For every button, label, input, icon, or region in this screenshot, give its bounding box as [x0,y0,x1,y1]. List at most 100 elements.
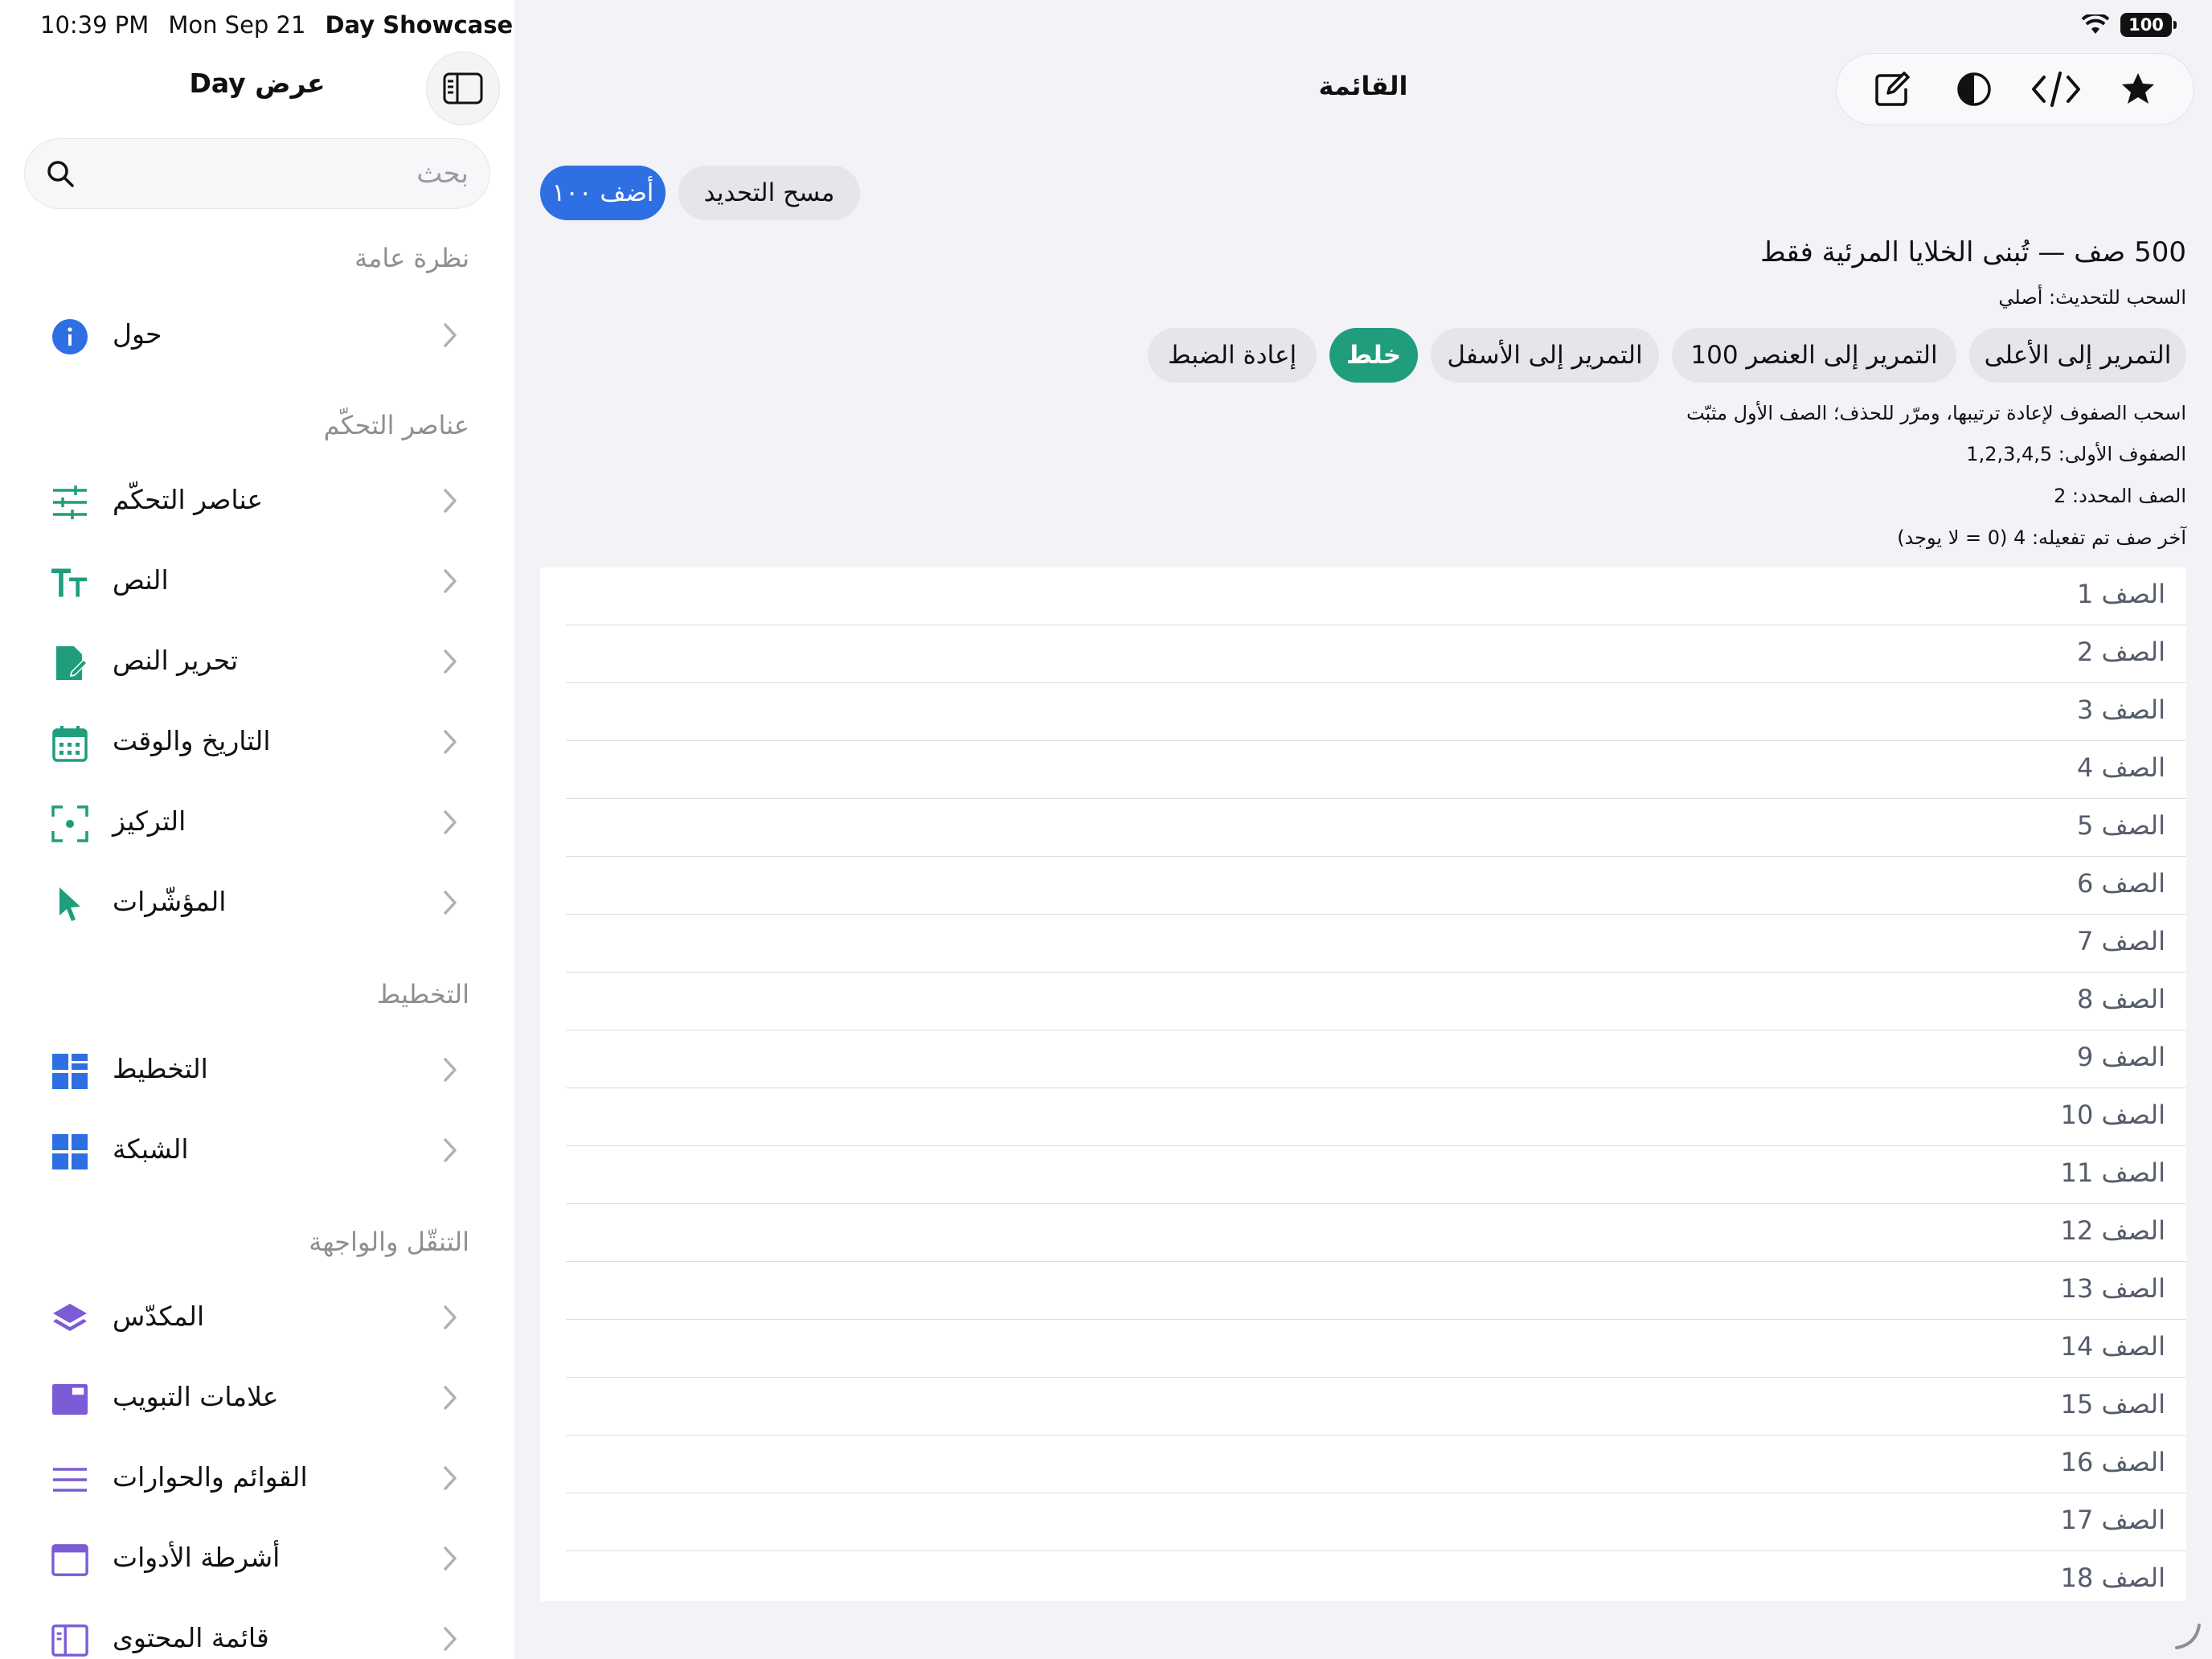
focus-viewfinder-icon [51,805,88,842]
section-title-overview: نظرة عامة [354,243,469,273]
sidebar-toggle-icon [443,72,483,104]
table-row[interactable]: الصف 8 [540,973,2186,1030]
table-row[interactable]: الصف 7 [540,915,2186,973]
sidebar-item-label: الشبكة [113,1133,189,1165]
favorite-button[interactable] [2108,59,2169,120]
table-row[interactable]: الصف 15 [540,1378,2186,1436]
sidebar-item-label: المكدّس [113,1301,205,1332]
sidebar-content-icon [51,1622,88,1659]
search-input[interactable] [89,158,469,190]
table-row[interactable]: الصف 18 [540,1551,2186,1601]
sidebar-toggle-button[interactable] [426,51,500,125]
compose-icon [1875,72,1910,106]
table-row[interactable]: الصف 10 [540,1088,2186,1146]
table-row[interactable]: الصف 11 [540,1146,2186,1204]
first-rows-label: الصفوف الأولى: 1,2,3,4,5 [1966,443,2186,465]
chevron-right-icon [442,809,458,839]
table-row[interactable]: الصف 16 [540,1436,2186,1493]
resize-grabber-icon[interactable] [2172,1619,2204,1651]
row-label: الصف 4 [2076,752,2165,783]
row-label: الصف 16 [2060,1447,2165,1477]
selected-row-label: الصف المحدد: 2 [2054,485,2186,507]
sidebar-item-text-editing[interactable]: تحرير النص [32,627,482,699]
row-label: الصف 15 [2060,1389,2165,1419]
scroll-to-top-button[interactable]: التمرير إلى الأعلى [1969,328,2186,383]
toolbar-window-icon [51,1542,88,1579]
row-list[interactable]: الصف 1 الصف 2 الصف 3 الصف 4 الصف 5 الصف 6 الصف… [540,567,2186,1601]
row-label: الصف 1 [2076,579,2165,609]
code-icon [2032,72,2080,107]
code-button[interactable] [2026,59,2087,120]
main-content: القائمة أضف ١٠٠ مسح التحديد 500 صف — تُب… [514,0,2212,1659]
list-headline: 500 صف — تُبنى الخلايا المرئية فقط [1760,236,2186,268]
reset-button[interactable]: إعادة الضبط [1148,328,1317,383]
sidebar-item-pointers[interactable]: المؤشّرات [32,868,482,940]
section-title-controls: عناصر التحكّم [323,410,469,440]
section-title-layout: التخطيط [376,979,469,1010]
sidebar-item-text[interactable]: النص [32,547,482,619]
tabs-icon [51,1381,88,1418]
calendar-icon [51,725,88,762]
contrast-icon [1957,72,1991,106]
sidebar-item-layout[interactable]: التخطيط [32,1035,482,1108]
chevron-right-icon [442,1545,458,1575]
last-activated-label: آخر صف تم تفعيله: 4 (0 = لا يوجد) [1897,526,2186,549]
sidebar-item-tabs[interactable]: علامات التبويب [32,1363,482,1436]
menu-lines-icon [51,1461,88,1498]
sidebar-item-grid[interactable]: الشبكة [32,1116,482,1188]
sidebar-item-focus[interactable]: التركيز [32,788,482,860]
clear-selection-button[interactable]: مسح التحديد [678,166,860,220]
status-time: 10:39 PM [40,11,150,39]
sidebar-item-controls[interactable]: عناصر التحكّم [32,466,482,539]
row-label: الصف 18 [2060,1563,2165,1593]
chevron-right-icon [442,1304,458,1334]
row-label: الصف 5 [2076,810,2165,841]
sidebar-item-content-list[interactable]: قائمة المحتوى [32,1604,482,1659]
compose-button[interactable] [1862,59,1923,120]
table-row[interactable]: الصف 3 [540,683,2186,741]
table-row[interactable]: الصف 14 [540,1320,2186,1378]
text-size-icon [51,564,88,601]
status-app-name: Day Showcase [325,11,514,39]
chevron-right-icon [442,648,458,678]
sidebar-item-label: التاريخ والوقت [113,725,271,756]
row-label: الصف 9 [2076,1042,2165,1072]
sidebar-item-about[interactable]: حول [32,301,482,373]
table-row[interactable]: الصف 6 [540,857,2186,915]
add-100-button[interactable]: أضف ١٠٠ [540,166,666,220]
table-row[interactable]: الصف 17 [540,1493,2186,1551]
table-row[interactable]: الصف 13 [540,1262,2186,1320]
scroll-to-item-100-button[interactable]: التمرير إلى العنصر 100 [1672,328,1956,383]
table-row[interactable]: الصف 4 [540,741,2186,799]
table-row[interactable]: الصف 5 [540,799,2186,857]
appearance-toggle-button[interactable] [1944,59,2005,120]
table-row[interactable]: الصف 9 [540,1030,2186,1088]
table-row[interactable]: الصف 2 [540,625,2186,683]
search-field[interactable] [24,138,490,209]
sliders-icon [51,484,88,521]
sidebar-item-toolbars[interactable]: أشرطة الأدوات [32,1524,482,1596]
sidebar-item-label: حول [113,318,162,350]
sidebar-item-label: علامات التبويب [113,1381,279,1412]
sidebar-item-menus-dialogs[interactable]: القوائم والحوارات [32,1444,482,1516]
wifi-icon [2082,14,2109,34]
chevron-right-icon [442,487,458,518]
sidebar: عرض Day نظرة عامة حول عناصر التحكّم عناص… [0,0,514,1659]
row-label: الصف 7 [2076,926,2165,956]
row-label: الصف 12 [2060,1215,2165,1246]
search-icon [47,161,74,187]
sidebar-item-date-time[interactable]: التاريخ والوقت [32,707,482,780]
chevron-right-icon [442,322,458,352]
sidebar-item-stack[interactable]: المكدّس [32,1283,482,1355]
row-label: الصف 13 [2060,1273,2165,1304]
chevron-right-icon [442,1384,458,1415]
shuffle-button[interactable]: خلط [1329,328,1418,383]
scroll-to-bottom-button[interactable]: التمرير إلى الأسفل [1431,328,1659,383]
chevron-right-icon [442,567,458,598]
info-icon [51,318,88,355]
table-row[interactable]: الصف 12 [540,1204,2186,1262]
table-row[interactable]: الصف 1 [540,567,2186,625]
pull-to-refresh-label: السحب للتحديث: أصلي [1998,286,2186,309]
chevron-right-icon [442,889,458,920]
section-title-navigation: التنقّل والواجهة [309,1227,469,1257]
